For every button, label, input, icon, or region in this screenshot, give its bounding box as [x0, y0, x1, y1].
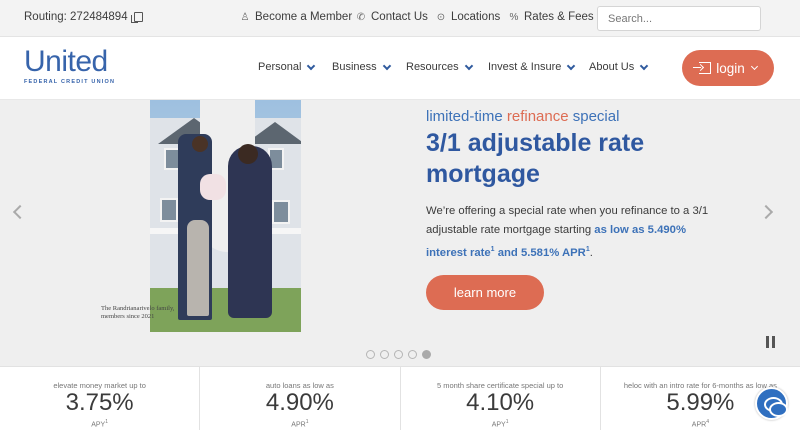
rate-unit: APR1 [200, 419, 399, 428]
promo-body-end: . [589, 246, 593, 259]
login-label: login [716, 60, 745, 76]
routing-label: Routing: 272484894 [24, 11, 128, 23]
carousel-dot-active[interactable] [422, 350, 431, 359]
carousel-dot[interactable] [408, 350, 417, 359]
search-input[interactable] [597, 6, 761, 31]
locations-link[interactable]: ⊙ Locations [436, 11, 500, 23]
chat-icon[interactable] [755, 387, 788, 420]
footnote-ref: 4 [706, 419, 709, 425]
photo-caption: The Randrianarivelo family, members sinc… [101, 305, 175, 320]
chevron-down-icon [640, 61, 649, 70]
locations-label: Locations [451, 11, 501, 23]
rates-fees-label: Rates & Fees [524, 11, 594, 23]
nav-invest-insure[interactable]: Invest & Insure [488, 61, 576, 73]
chevron-down-icon [567, 61, 576, 70]
rate-unit: APY1 [401, 419, 600, 428]
nav-personal-label: Personal [258, 61, 302, 73]
routing-number[interactable]: Routing: 272484894 [24, 11, 143, 23]
nav-business[interactable]: Business [332, 61, 391, 73]
main-nav: United FEDERAL CREDIT UNION Personal Bus… [0, 37, 800, 100]
chevron-down-icon [307, 61, 316, 70]
nav-resources-label: Resources [406, 61, 459, 73]
hero-carousel: The Randrianarivelo family, members sinc… [0, 100, 800, 366]
rate-card-money-market[interactable]: elevate money market up to 3.75% APY1 [0, 367, 201, 430]
rate-value: 4.10% [466, 389, 535, 416]
rate-card-share-certificate[interactable]: 5 month share certificate special up to … [401, 367, 601, 430]
rate-card-auto-loans[interactable]: auto loans as low as 4.90% APR1 [200, 367, 401, 430]
footnote-ref: 1 [305, 419, 309, 425]
chevron-down-icon [464, 61, 473, 70]
rates-strip: elevate money market up to 3.75% APY1 au… [0, 366, 800, 430]
nav-about-us[interactable]: About Us [589, 61, 649, 73]
rate-unit-text: APY [91, 421, 106, 429]
apr-text: 5.581% APR [520, 246, 586, 259]
login-button[interactable]: login [682, 50, 774, 86]
nav-personal[interactable]: Personal [258, 61, 316, 73]
rate-unit-text: APR [291, 421, 306, 429]
chevron-down-icon [382, 61, 391, 70]
utility-bar: Routing: 272484894 ♙ Become a Member ✆ C… [0, 0, 800, 37]
rates-fees-link[interactable]: % Rates & Fees [509, 11, 594, 23]
hero-family-photo [150, 100, 301, 332]
rate-unit: APR4 [601, 419, 800, 428]
footnote-ref: 1 [505, 419, 509, 425]
chevron-down-icon [750, 62, 758, 71]
promo-eyebrow: limited-time refinance special [426, 108, 619, 125]
rate-unit-text: APY [491, 421, 506, 429]
contact-us-label: Contact Us [371, 11, 428, 23]
carousel-next-icon[interactable] [758, 204, 774, 220]
eyebrow-accent: refinance [506, 108, 569, 125]
logo-wordmark: United [24, 45, 108, 78]
become-member-link[interactable]: ♙ Become a Member [240, 11, 353, 23]
percent-icon: % [509, 11, 519, 23]
rate-value: 4.90% [265, 389, 334, 416]
contact-us-link[interactable]: ✆ Contact Us [356, 11, 428, 23]
carousel-dot[interactable] [394, 350, 403, 359]
eyebrow-pre: limited-time [426, 108, 507, 125]
pause-icon[interactable] [766, 336, 777, 348]
login-icon [693, 62, 712, 74]
nav-resources[interactable]: Resources [406, 61, 473, 73]
apr-highlight: 5.581% APR1 [520, 246, 590, 259]
nav-business-label: Business [332, 61, 377, 73]
person-icon: ♙ [240, 11, 250, 23]
carousel-prev-icon[interactable] [12, 204, 28, 220]
carousel-dots [366, 350, 431, 359]
eyebrow-post: special [568, 108, 620, 125]
phone-icon: ✆ [356, 11, 366, 23]
become-member-label: Become a Member [255, 11, 353, 23]
promo-body-and: and [494, 246, 521, 259]
carousel-dot[interactable] [366, 350, 375, 359]
copy-icon[interactable] [130, 12, 143, 23]
learn-more-button[interactable]: learn more [426, 275, 544, 310]
rate-unit-text: APR [691, 421, 707, 429]
promo-title: 3/1 adjustable rate mortgage [426, 129, 645, 188]
pin-icon: ⊙ [436, 11, 446, 23]
rate-unit: APY1 [0, 419, 199, 428]
rate-value: 3.75% [65, 389, 134, 416]
logo-subtitle: FEDERAL CREDIT UNION [24, 79, 116, 85]
nav-about-us-label: About Us [589, 61, 635, 73]
footnote-ref: 1 [105, 419, 109, 425]
logo[interactable]: United FEDERAL CREDIT UNION [24, 45, 116, 86]
nav-invest-insure-label: Invest & Insure [488, 61, 562, 73]
promo-body: We’re offering a special rate when you r… [426, 202, 726, 263]
carousel-dot[interactable] [380, 350, 389, 359]
